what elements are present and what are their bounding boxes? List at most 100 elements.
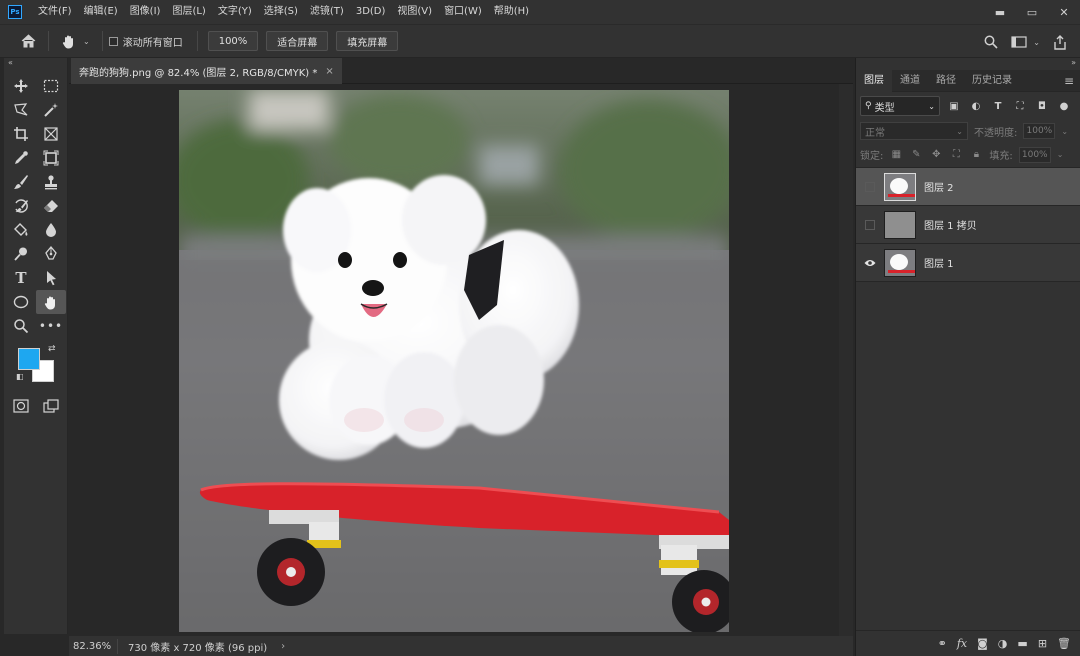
quick-mask-icon[interactable] (6, 394, 36, 418)
chevron-down-icon[interactable]: ⌄ (1033, 38, 1040, 47)
share-icon[interactable] (1046, 28, 1074, 56)
lock-fill-row: 锁定: ▦ ✎ ✥ ⛶ 🔒︎ 填充: 100% ⌄ (856, 142, 1080, 168)
type-filter-icon[interactable]: T (990, 101, 1006, 112)
layer-visibility-toggle[interactable] (856, 181, 884, 192)
pen-tool-icon[interactable] (36, 242, 66, 266)
layer-visibility-toggle[interactable] (856, 219, 884, 230)
tab-history[interactable]: 历史记录 (964, 70, 1020, 92)
path-selection-tool-icon[interactable] (36, 266, 66, 290)
scroll-all-windows-checkbox[interactable]: 滚动所有窗口 (108, 34, 183, 49)
layer-kind-filter[interactable]: ⚲ 类型 ⌄ (860, 96, 940, 116)
collapse-panels-icon[interactable]: » (856, 58, 1080, 70)
workspace-icon[interactable] (1005, 28, 1033, 56)
tab-paths[interactable]: 路径 (928, 70, 964, 92)
menu-select[interactable]: 选择(S) (258, 0, 304, 24)
fill-screen-button[interactable]: 填充屏幕 (336, 31, 399, 51)
status-menu-arrow-icon[interactable]: › (281, 641, 285, 652)
close-window-button[interactable]: ✕ (1048, 0, 1080, 24)
collapse-toolbar-icon[interactable]: « (4, 58, 67, 70)
default-colors-icon[interactable]: ◧ (16, 372, 24, 381)
history-brush-tool-icon[interactable] (6, 194, 36, 218)
menu-edit[interactable]: 编辑(E) (78, 0, 124, 24)
document-canvas-image[interactable] (179, 90, 729, 632)
close-tab-icon[interactable]: × (325, 66, 333, 77)
layer-row[interactable]: 图层 2 (856, 168, 1080, 206)
link-layers-icon[interactable]: ⚭ (938, 637, 947, 650)
adjustment-layer-icon[interactable]: ◑ (998, 637, 1008, 650)
brush-tool-icon[interactable] (6, 170, 36, 194)
ellipse-tool-icon[interactable] (6, 290, 36, 314)
adjustment-filter-icon[interactable]: ◐ (968, 101, 984, 112)
menu-3d[interactable]: 3D(D) (350, 0, 392, 24)
home-icon[interactable] (14, 27, 42, 55)
menu-image[interactable]: 图像(I) (124, 0, 167, 24)
menu-filter[interactable]: 滤镜(T) (304, 0, 350, 24)
eye-icon[interactable] (856, 259, 884, 267)
lock-transparent-pixels-icon[interactable]: ▦ (889, 149, 903, 160)
menu-type[interactable]: 文字(Y) (212, 0, 258, 24)
frame-tool-icon[interactable] (36, 122, 66, 146)
checkbox-box[interactable] (108, 36, 118, 46)
chevron-down-icon[interactable]: ⌄ (1061, 127, 1068, 136)
vertical-scrollbar[interactable] (839, 84, 853, 636)
blend-mode-select[interactable]: 正常 ⌄ (860, 122, 968, 140)
pasteboard[interactable] (69, 84, 839, 636)
chevron-down-icon[interactable]: ⌄ (1057, 150, 1064, 159)
fit-screen-button[interactable]: 适合屏幕 (266, 31, 329, 51)
zoom-100-button[interactable]: 100% (207, 31, 259, 51)
lock-position-icon[interactable]: ✥ (929, 149, 943, 160)
opacity-field[interactable]: 100% (1023, 123, 1056, 139)
lock-artboard-icon[interactable]: ⛶ (949, 149, 963, 160)
eyedropper-tool-icon[interactable] (6, 146, 36, 170)
pixel-filter-icon[interactable]: ▣ (946, 101, 962, 112)
clone-stamp-tool-icon[interactable] (36, 170, 66, 194)
crop-tool-icon[interactable] (6, 122, 36, 146)
move-tool-icon[interactable] (6, 74, 36, 98)
frame-select-tool-icon[interactable] (36, 146, 66, 170)
marquee-tool-icon[interactable] (36, 74, 66, 98)
lasso-tool-icon[interactable] (6, 98, 36, 122)
foreground-color-swatch[interactable] (18, 348, 40, 370)
chevron-down-icon: ⌄ (956, 126, 963, 136)
panel-menu-icon[interactable]: ≡ (1064, 70, 1074, 92)
screen-mode-icon[interactable] (36, 394, 66, 418)
canvas-area[interactable] (69, 84, 853, 636)
fill-field[interactable]: 100% (1018, 146, 1051, 163)
minimize-button[interactable]: ▬ (984, 0, 1016, 24)
layer-style-icon[interactable]: fx (957, 637, 967, 650)
menu-file[interactable]: 文件(F) (32, 0, 78, 24)
lock-all-icon[interactable]: 🔒︎ (969, 149, 983, 160)
shape-filter-icon[interactable]: ⛶ (1012, 101, 1028, 112)
menu-layer[interactable]: 图层(L) (166, 0, 211, 24)
search-icon[interactable] (977, 28, 1005, 56)
layer-row[interactable]: 图层 1 拷贝 (856, 206, 1080, 244)
type-tool-icon[interactable]: T (6, 266, 36, 290)
new-layer-icon[interactable]: ⊞ (1038, 637, 1047, 650)
menu-view[interactable]: 视图(V) (391, 0, 438, 24)
magic-wand-tool-icon[interactable] (36, 98, 66, 122)
zoom-tool-icon[interactable] (6, 314, 36, 338)
paint-bucket-tool-icon[interactable] (6, 218, 36, 242)
chevron-down-icon[interactable]: ⌄ (83, 37, 90, 46)
blur-tool-icon[interactable] (36, 218, 66, 242)
lock-image-pixels-icon[interactable]: ✎ (909, 149, 923, 160)
zoom-level-field[interactable]: 82.36% (69, 641, 117, 652)
new-group-icon[interactable]: ▬ (1017, 637, 1027, 650)
smart-object-filter-icon[interactable]: ◘ (1034, 101, 1050, 112)
swap-colors-icon[interactable]: ⇄ (48, 344, 56, 354)
dodge-tool-icon[interactable] (6, 242, 36, 266)
delete-layer-icon[interactable]: 🗑︎ (1057, 637, 1071, 650)
document-tab[interactable]: 奔跑的狗狗.png @ 82.4% (图层 2, RGB/8/CMYK) * × (71, 58, 342, 84)
tab-channels[interactable]: 通道 (892, 70, 928, 92)
add-mask-icon[interactable]: ◙ (977, 637, 988, 650)
hand-tool-icon[interactable] (36, 290, 66, 314)
hand-tool-preset-icon[interactable] (55, 27, 83, 55)
filter-toggle-icon[interactable]: ● (1056, 101, 1072, 112)
more-tools-icon[interactable]: ••• (36, 314, 66, 338)
tab-layers[interactable]: 图层 (856, 69, 892, 92)
menu-help[interactable]: 帮助(H) (488, 0, 535, 24)
maximize-button[interactable]: ▭ (1016, 0, 1048, 24)
eraser-tool-icon[interactable] (36, 194, 66, 218)
layer-row[interactable]: 图层 1 (856, 244, 1080, 282)
menu-window[interactable]: 窗口(W) (438, 0, 488, 24)
